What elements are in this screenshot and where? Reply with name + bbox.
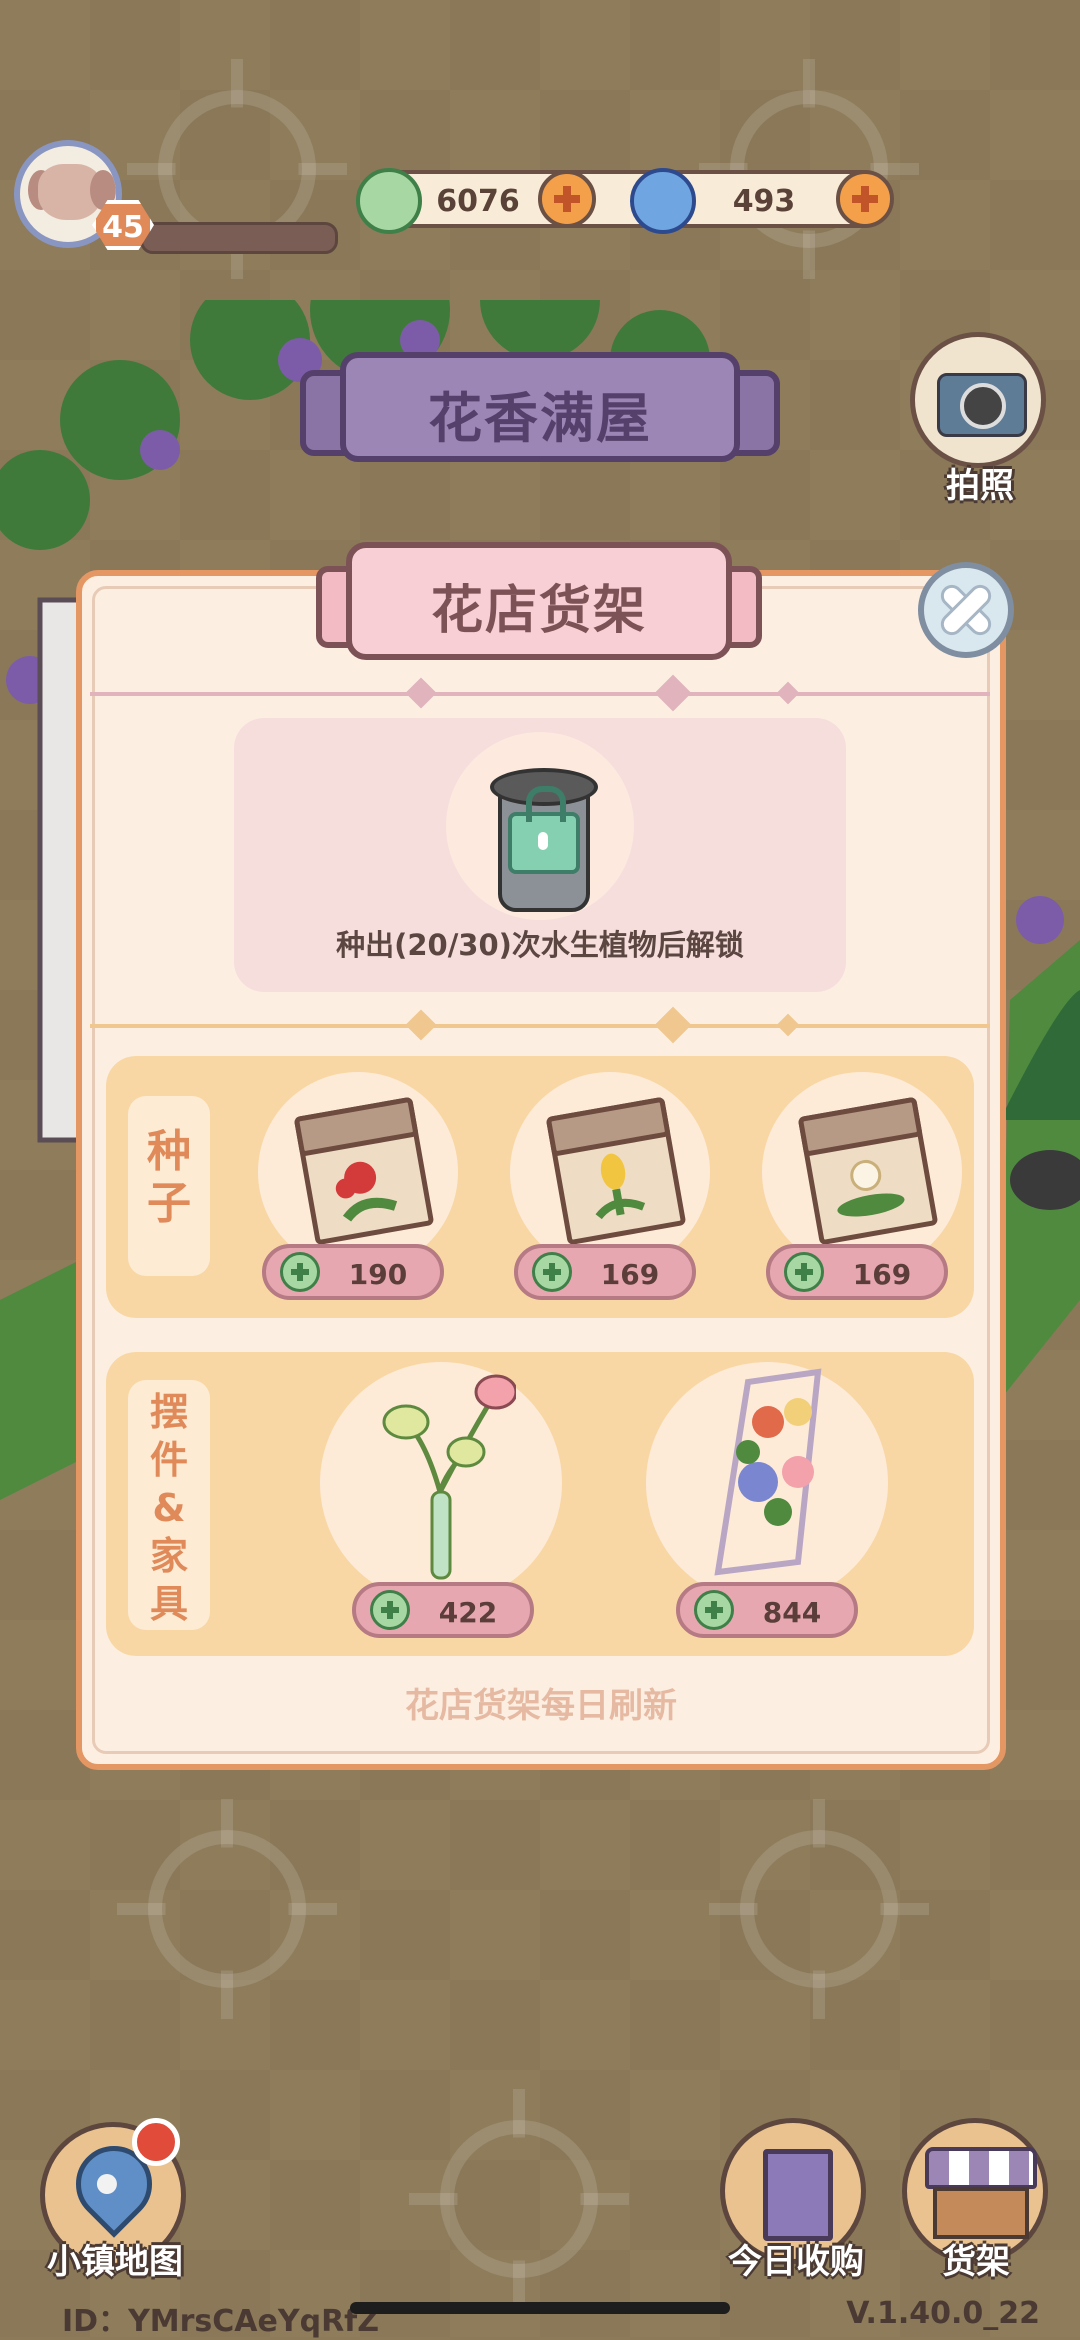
close-button[interactable] xyxy=(918,562,1014,658)
home-indicator[interactable] xyxy=(350,2302,730,2314)
shop-panel-banner: 花店货架 xyxy=(316,534,762,668)
orange-divider xyxy=(90,1006,990,1044)
camera-label: 拍照 xyxy=(946,466,1014,506)
seed-price: 190 xyxy=(348,1258,408,1291)
yellow-tulip-icon xyxy=(595,1153,646,1220)
house-name-banner: 花香满屋 xyxy=(300,342,780,472)
clover-coin-icon xyxy=(784,1252,824,1292)
experience-bar xyxy=(140,222,338,254)
decor-price-tag[interactable]: 844 xyxy=(676,1582,858,1638)
seed-price: 169 xyxy=(852,1258,912,1291)
user-id: ID：YMrsCAeYqRfZ xyxy=(62,2304,379,2339)
clover-coin-icon xyxy=(280,1252,320,1292)
seeds-label-text: 种子 xyxy=(147,1126,191,1229)
notification-dot xyxy=(132,2118,180,2166)
add-clover-button[interactable] xyxy=(538,170,596,228)
shop-panel-title: 花店货架 xyxy=(430,581,647,641)
decor-price: 422 xyxy=(438,1596,498,1629)
level-badge: 45 xyxy=(92,200,154,250)
clover-pill: 6076 xyxy=(356,168,596,234)
flower-shelf-icon xyxy=(714,1368,822,1576)
clover-icon xyxy=(356,168,422,234)
add-gem-button[interactable] xyxy=(836,170,894,228)
daily-refresh-note: 花店货架每日刷新 xyxy=(405,1686,677,1726)
decor-price-tag[interactable]: 422 xyxy=(352,1582,534,1638)
house-title: 花香满屋 xyxy=(428,387,652,450)
clover-coin-icon xyxy=(370,1590,410,1630)
sun-tile-decoration xyxy=(117,1830,337,1988)
camera-button[interactable] xyxy=(910,332,1046,468)
decor-section-label: 摆件&家具 xyxy=(128,1380,210,1630)
decor-label-text: 摆件&家具 xyxy=(149,1390,188,1626)
clover-coin-icon xyxy=(694,1590,734,1630)
seed-price-tag[interactable]: 190 xyxy=(262,1244,444,1300)
lock-icon xyxy=(508,786,580,874)
seed-price-tag[interactable]: 169 xyxy=(514,1244,696,1300)
order-board-icon xyxy=(763,2149,833,2241)
water-lily-icon xyxy=(837,1159,905,1217)
spiral-gem-icon xyxy=(630,168,696,234)
anthurium-vase-icon xyxy=(382,1374,516,1580)
sun-tile-decoration xyxy=(709,1830,929,1988)
unlock-requirement-text: 种出(20/30)次水生植物后解锁 xyxy=(336,928,744,962)
pink-divider xyxy=(90,674,990,712)
sun-tile-decoration xyxy=(409,2120,629,2278)
red-flower-seed-pack-icon xyxy=(293,1096,435,1246)
market-stall-icon xyxy=(925,2147,1037,2189)
town-map-label: 小镇地图 xyxy=(47,2242,183,2282)
version-number: V.1.40.0_22 xyxy=(846,2296,1040,2331)
yellow-tulip-seed-pack-icon xyxy=(545,1096,687,1246)
clover-amount-value: 6076 xyxy=(436,184,520,219)
player-level: 45 xyxy=(102,210,144,245)
red-flower-icon xyxy=(335,1161,398,1222)
camera-lens-icon xyxy=(960,383,1006,429)
seed-price-tag[interactable]: 169 xyxy=(766,1244,948,1300)
daily-purchase-label: 今日收购 xyxy=(728,2242,864,2282)
decor-price: 844 xyxy=(762,1596,822,1629)
seed-price: 169 xyxy=(600,1258,660,1291)
shelf-label: 货架 xyxy=(942,2242,1010,2282)
gem-amount-value: 493 xyxy=(732,184,796,219)
gem-pill: 493 xyxy=(630,168,894,234)
water-lily-seed-pack-icon xyxy=(797,1096,939,1246)
stall-counter xyxy=(933,2187,1029,2239)
seeds-section-label: 种子 xyxy=(128,1096,210,1276)
clover-coin-icon xyxy=(532,1252,572,1292)
